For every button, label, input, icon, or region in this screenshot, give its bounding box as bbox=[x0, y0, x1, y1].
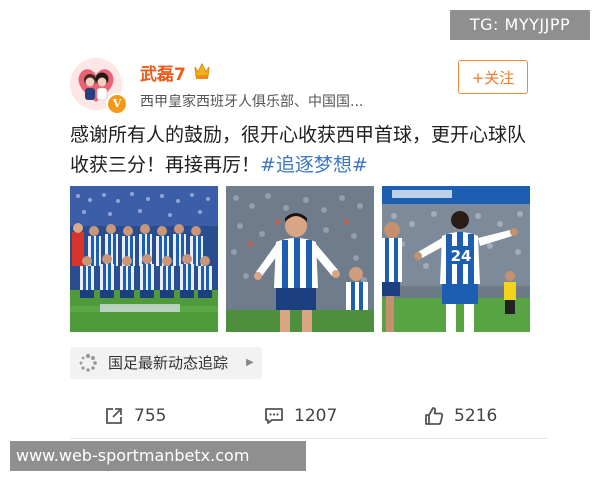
vip-crown-icon bbox=[194, 62, 210, 79]
divider bbox=[70, 438, 548, 439]
post-text: 感谢所有人的鼓励，很开心收获西甲首球，更开心球队收获三分！再接再厉！#追逐梦想# bbox=[70, 120, 540, 180]
comment-count: 1207 bbox=[294, 406, 338, 426]
topic-chip[interactable]: 国足最新动态追踪 ▶ bbox=[70, 347, 262, 379]
telegram-watermark: TG: MYYJJPP bbox=[450, 10, 590, 40]
repost-count: 755 bbox=[134, 406, 167, 426]
repost-icon bbox=[106, 408, 122, 424]
post-photo-celebration[interactable] bbox=[226, 186, 374, 332]
author-description: 西甲皇家西班牙人俱乐部、中国国... bbox=[140, 94, 364, 110]
teammates-photo-image: 24 bbox=[382, 186, 530, 332]
comment-icon bbox=[265, 408, 283, 424]
team-photo-image bbox=[70, 186, 218, 332]
post-photo-teammates[interactable]: 24 bbox=[382, 186, 530, 332]
chevron-right-icon: ▶ bbox=[246, 357, 254, 368]
follow-button[interactable]: +关注 bbox=[458, 60, 528, 94]
like-count: 5216 bbox=[454, 406, 498, 426]
thumbs-up-icon bbox=[425, 407, 444, 425]
author-name[interactable]: 武磊7 bbox=[140, 60, 186, 85]
svg-text:24: 24 bbox=[451, 247, 472, 265]
weibo-post-screenshot: TG: MYYJJPP V 武磊7 西甲皇家西班牙人俱乐部、中国国... +关注… bbox=[0, 0, 600, 480]
url-watermark: www.web-sportmanbetx.com bbox=[10, 441, 306, 471]
loading-spinner-icon bbox=[79, 353, 97, 372]
topic-label: 国足最新动态追踪 bbox=[108, 354, 229, 372]
hashtag-link[interactable]: #追逐梦想# bbox=[260, 154, 368, 176]
celebration-photo-image bbox=[226, 186, 374, 332]
verified-badge-icon: V bbox=[106, 93, 128, 115]
post-photo-team[interactable] bbox=[70, 186, 218, 332]
